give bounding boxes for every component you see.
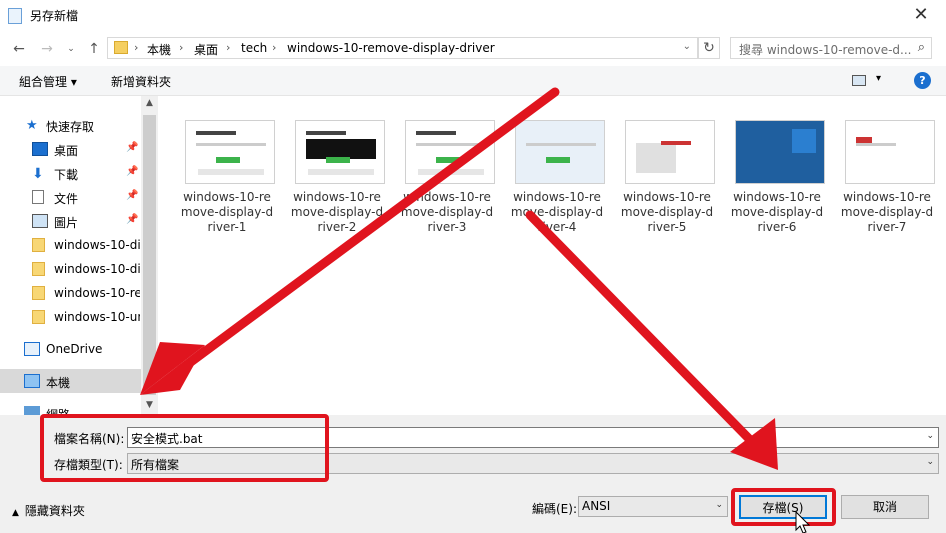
cursor-icon: [795, 510, 811, 533]
annotation-arrows: [140, 87, 811, 533]
arrow-line-to-sidebar: [175, 87, 560, 375]
arrow-line-to-save: [525, 210, 765, 455]
